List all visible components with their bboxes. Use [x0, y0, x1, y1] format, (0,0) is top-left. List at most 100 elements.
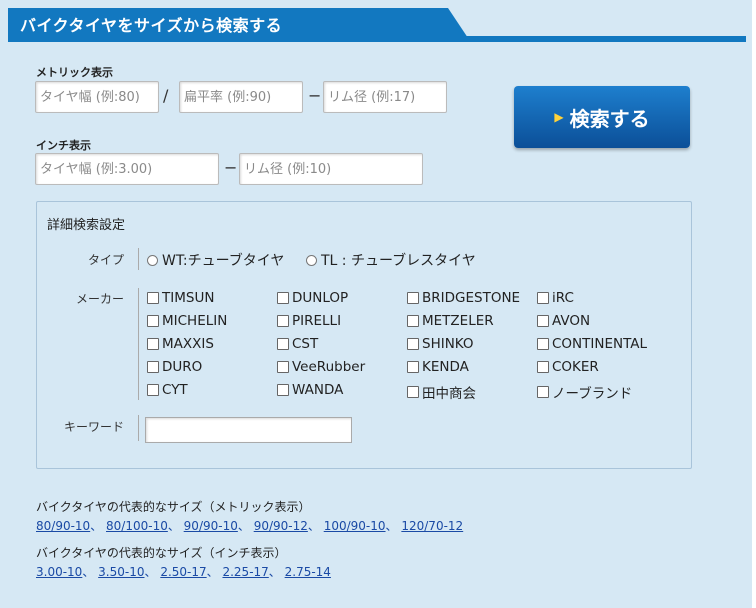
maker-label: MICHELIN [162, 313, 228, 329]
link-separator: 、 [167, 519, 184, 533]
maker-label: WANDA [292, 382, 344, 398]
maker-checkbox[interactable]: MAXXIS [147, 336, 214, 352]
dash-separator: − [224, 158, 238, 177]
checkbox-icon[interactable] [147, 361, 159, 373]
maker-checkbox[interactable]: PIRELLI [277, 313, 341, 329]
type-label: タイプ [87, 253, 124, 267]
size-link[interactable]: 100/90-10 [324, 519, 386, 533]
maker-checkbox[interactable]: METZELER [407, 313, 494, 329]
divider [138, 248, 139, 270]
maker-label: TIMSUN [162, 290, 215, 306]
checkbox-icon[interactable] [147, 384, 159, 396]
detail-title: 詳細検索設定 [47, 218, 126, 233]
size-link[interactable]: 90/90-12 [254, 519, 308, 533]
maker-label: SHINKO [422, 336, 474, 352]
maker-label: ノーブランド [552, 386, 633, 402]
maker-label: MAXXIS [162, 336, 214, 352]
radio-tl[interactable]: TL : チューブレスタイヤ [306, 250, 476, 270]
size-link[interactable]: 90/90-10 [184, 519, 238, 533]
divider [138, 288, 139, 400]
maker-label: VeeRubber [292, 359, 366, 375]
metric-rim-input[interactable] [323, 81, 447, 113]
link-separator: 、 [144, 565, 161, 579]
checkbox-icon[interactable] [537, 338, 549, 350]
link-separator: 、 [206, 565, 223, 579]
maker-checkbox[interactable]: MICHELIN [147, 313, 227, 329]
checkbox-icon[interactable] [147, 292, 159, 304]
checkbox-icon[interactable] [537, 292, 549, 304]
checkbox-icon[interactable] [537, 386, 549, 398]
search-button[interactable]: ▶ 検索する [514, 86, 690, 148]
keyword-input[interactable] [145, 417, 352, 443]
checkbox-icon[interactable] [277, 338, 289, 350]
page-title: バイクタイヤをサイズから検索する [20, 16, 283, 35]
divider [138, 415, 139, 441]
inch-width-input[interactable] [35, 153, 219, 185]
size-link[interactable]: 2.75-14 [285, 565, 331, 579]
radio-circle-icon[interactable] [147, 254, 158, 266]
inch-label: インチ表示 [36, 139, 91, 152]
radio-wt[interactable]: WT:チューブタイヤ [147, 250, 284, 270]
slash-separator: / [163, 86, 169, 105]
maker-label: BRIDGESTONE [422, 290, 521, 306]
maker-checkbox[interactable]: COKER [537, 359, 599, 375]
maker-checkbox[interactable]: AVON [537, 313, 590, 329]
maker-checkbox[interactable]: VeeRubber [277, 359, 365, 375]
size-link[interactable]: 2.50-17 [160, 565, 206, 579]
maker-checkbox[interactable]: WANDA [277, 382, 343, 398]
popular-inch-links: 3.00-10、 3.50-10、 2.50-17、 2.25-17、 2.75… [36, 563, 331, 580]
checkbox-icon[interactable] [277, 361, 289, 373]
link-separator: 、 [385, 519, 402, 533]
popular-metric-title: バイクタイヤの代表的なサイズ（メトリック表示） [36, 500, 311, 514]
checkbox-icon[interactable] [277, 384, 289, 396]
checkbox-icon[interactable] [407, 292, 419, 304]
checkbox-icon[interactable] [147, 315, 159, 327]
metric-aspect-input[interactable] [179, 81, 303, 113]
maker-checkbox[interactable]: ノーブランド [537, 382, 632, 402]
size-link[interactable]: 120/70-12 [401, 519, 463, 533]
maker-label: CST [292, 336, 319, 352]
link-separator: 、 [268, 565, 285, 579]
size-link[interactable]: 80/90-10 [36, 519, 90, 533]
maker-checkbox[interactable]: KENDA [407, 359, 469, 375]
checkbox-icon[interactable] [537, 361, 549, 373]
maker-checkbox[interactable]: BRIDGESTONE [407, 290, 520, 306]
dash-separator: − [308, 86, 322, 105]
maker-checkbox[interactable]: 田中商会 [407, 382, 476, 402]
maker-checkbox[interactable]: CYT [147, 382, 188, 398]
size-link[interactable]: 3.50-10 [98, 565, 144, 579]
maker-label: CONTINENTAL [552, 336, 648, 352]
maker-checkbox[interactable]: CST [277, 336, 318, 352]
maker-checkbox[interactable]: DURO [147, 359, 202, 375]
maker-label: DUNLOP [292, 290, 349, 306]
checkbox-icon[interactable] [407, 338, 419, 350]
radio-circle-icon[interactable] [306, 254, 317, 266]
inch-rim-input[interactable] [239, 153, 423, 185]
metric-width-input[interactable] [35, 81, 159, 113]
maker-checkbox[interactable]: iRC [537, 290, 574, 306]
checkbox-icon[interactable] [277, 292, 289, 304]
maker-label: PIRELLI [292, 313, 342, 329]
link-separator: 、 [90, 519, 107, 533]
checkbox-icon[interactable] [277, 315, 289, 327]
maker-checkbox[interactable]: TIMSUN [147, 290, 214, 306]
checkbox-icon[interactable] [537, 315, 549, 327]
link-separator: 、 [307, 519, 324, 533]
size-link[interactable]: 3.00-10 [36, 565, 82, 579]
size-link[interactable]: 80/100-10 [106, 519, 168, 533]
maker-checkbox[interactable]: DUNLOP [277, 290, 348, 306]
size-link[interactable]: 2.25-17 [222, 565, 268, 579]
maker-label: CYT [162, 382, 188, 398]
header-underline [8, 36, 746, 42]
maker-checkbox[interactable]: SHINKO [407, 336, 474, 352]
maker-checkbox[interactable]: CONTINENTAL [537, 336, 647, 352]
checkbox-icon[interactable] [147, 338, 159, 350]
maker-label: AVON [552, 313, 591, 329]
checkbox-icon[interactable] [407, 386, 419, 398]
checkbox-icon[interactable] [407, 315, 419, 327]
link-separator: 、 [82, 565, 99, 579]
maker-label: METZELER [422, 313, 494, 329]
checkbox-icon[interactable] [407, 361, 419, 373]
search-button-label: 検索する [569, 106, 650, 131]
radio-label: WT:チューブタイヤ [162, 253, 285, 269]
